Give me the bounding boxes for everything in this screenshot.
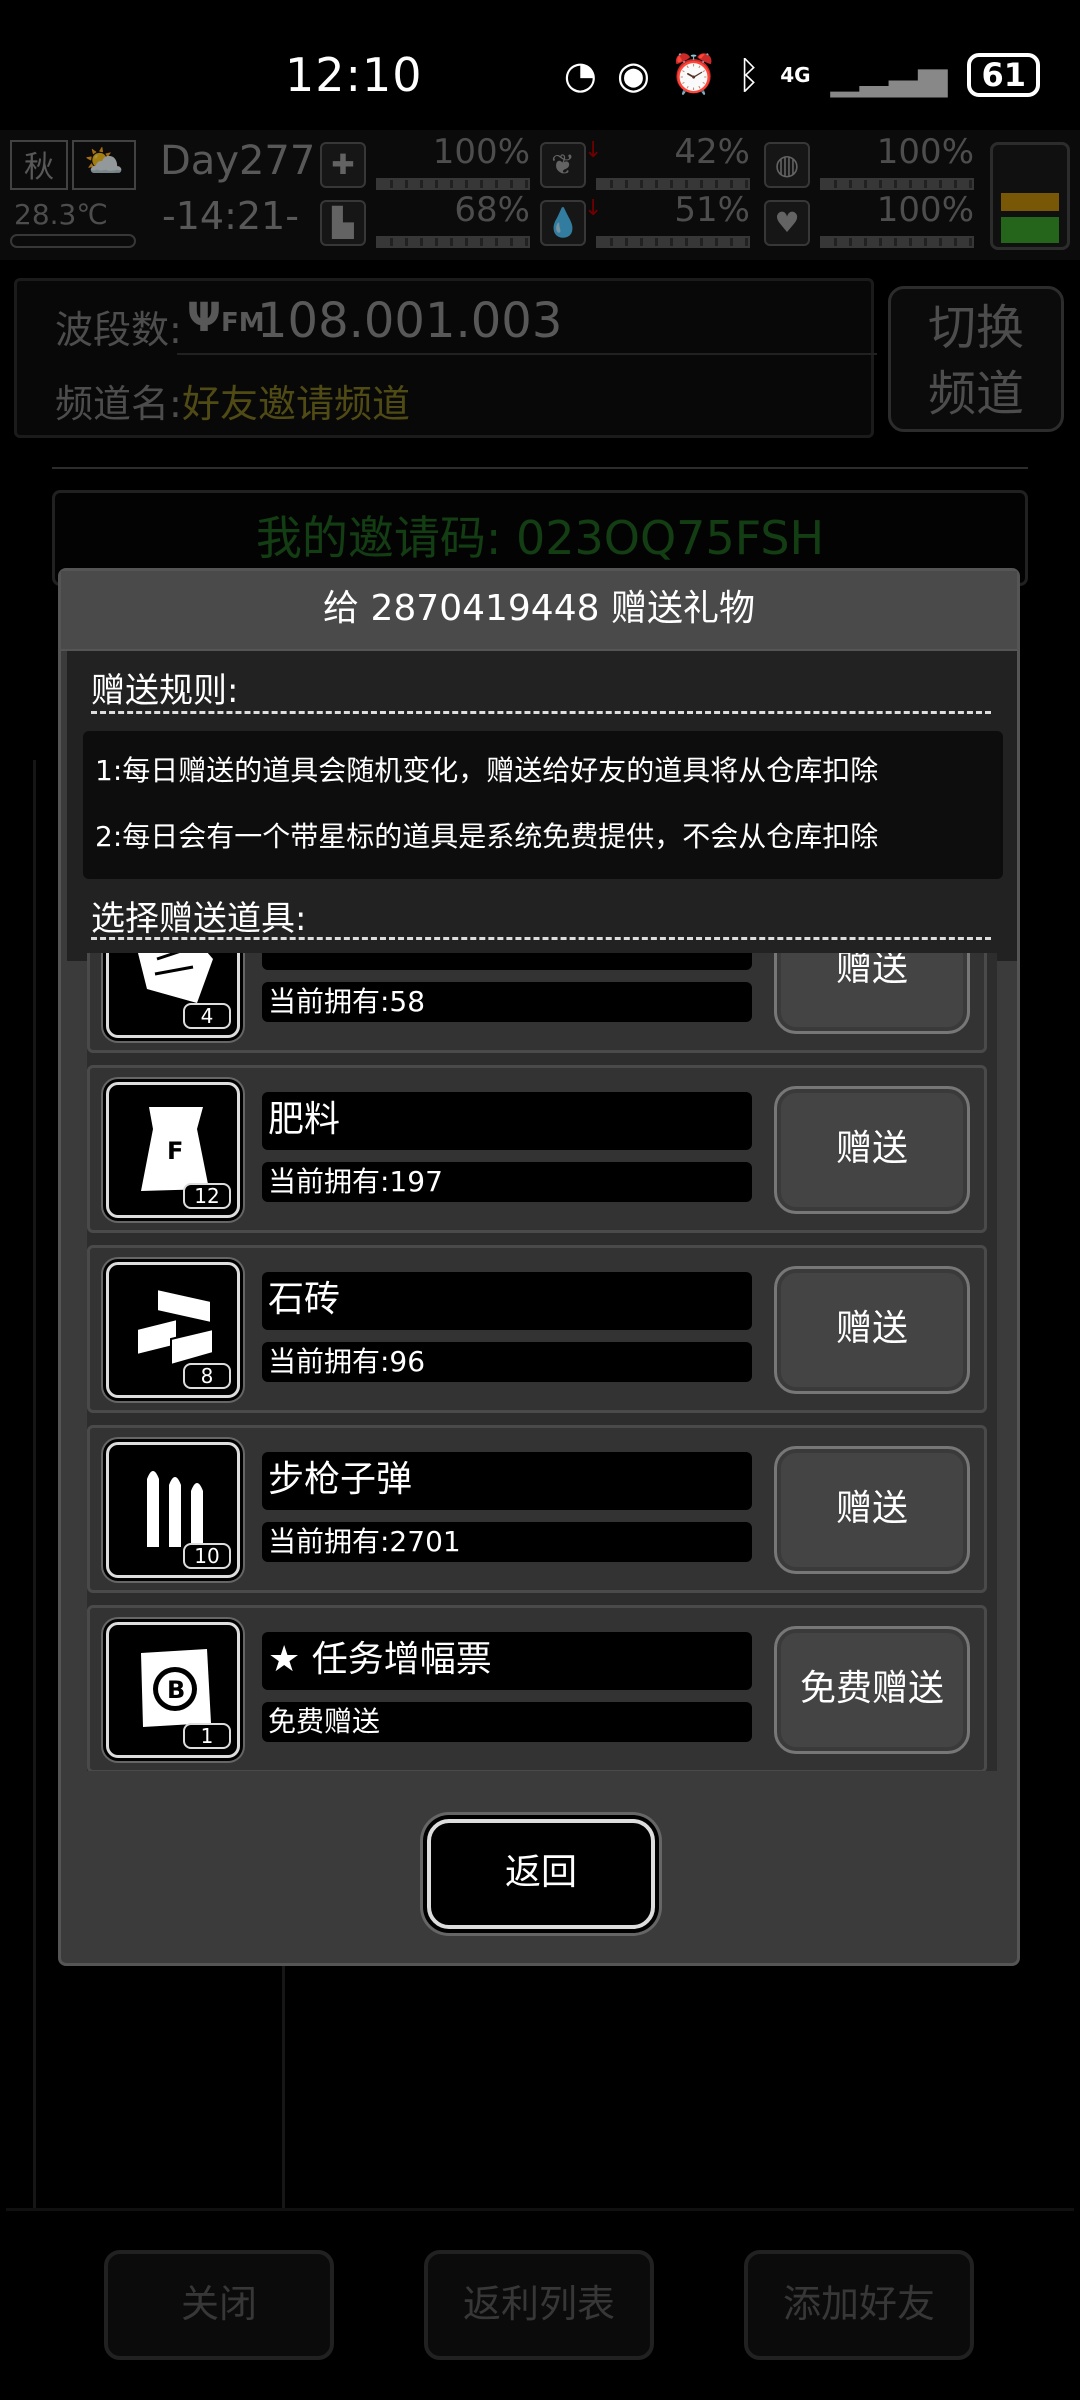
- dashed-divider: [91, 711, 991, 714]
- item-name: 肥料: [262, 1092, 752, 1150]
- status-time: 12:10: [285, 48, 423, 102]
- list-item: B 1 ★ 任务增幅票 免费赠送 免费赠送: [87, 1605, 987, 1771]
- fertilizer-bag-icon: F 12: [106, 1082, 240, 1218]
- item-quantity: 12: [183, 1183, 231, 1209]
- signal-icon: ▁▂▃▅: [830, 52, 948, 97]
- bluetooth-icon: ᛒ: [737, 52, 761, 97]
- gift-button[interactable]: 赠送: [774, 953, 970, 1034]
- network-label: 4G: [780, 62, 811, 87]
- item-quantity: 8: [183, 1363, 231, 1389]
- item-quantity: 10: [183, 1543, 231, 1569]
- item-quantity: 1: [183, 1723, 231, 1749]
- item-owned: 免费赠送: [262, 1702, 752, 1742]
- speed-icon: ◔: [563, 52, 597, 97]
- item-owned: 当前拥有:96: [262, 1342, 752, 1382]
- rules-box: 1:每日赠送的道具会随机变化，赠送给好友的道具将从仓库扣除 2:每日会有一个带星…: [83, 731, 1003, 879]
- svg-text:B: B: [167, 1676, 185, 1704]
- rule-1: 1:每日赠送的道具会随机变化，赠送给好友的道具将从仓库扣除: [95, 754, 879, 787]
- item-name: 石砖: [262, 1272, 752, 1330]
- gift-button[interactable]: 赠送: [774, 1266, 970, 1394]
- gift-dialog: 给 2870419448 赠送礼物 赠送规则: 1:每日赠送的道具会随机变化，赠…: [58, 568, 1020, 1966]
- item-quantity: 4: [183, 1003, 231, 1029]
- battery-icon: 61: [967, 52, 1040, 97]
- list-item: 8 石砖 当前拥有:96 赠送: [87, 1245, 987, 1413]
- item-name: ★ 任务增幅票: [262, 1632, 752, 1690]
- list-item: F 12 肥料 当前拥有:197 赠送: [87, 1065, 987, 1233]
- item-owned: 当前拥有:197: [262, 1162, 752, 1202]
- dashed-divider: [91, 937, 991, 940]
- dialog-title: 给 2870419448 赠送礼物: [61, 571, 1017, 651]
- eye-icon: ◉: [616, 52, 651, 97]
- select-header: 选择赠送道具:: [91, 899, 307, 939]
- rule-2: 2:每日会有一个带星标的道具是系统免费提供，不会从仓库扣除: [95, 820, 879, 853]
- item-name: [262, 953, 752, 970]
- alarm-icon: ⏰: [670, 52, 718, 96]
- rules-header: 赠送规则:: [91, 671, 239, 711]
- cloth-icon: 4: [106, 953, 240, 1038]
- item-owned: 当前拥有:58: [262, 982, 752, 1022]
- rifle-bullets-icon: 10: [106, 1442, 240, 1578]
- item-owned: 当前拥有:2701: [262, 1522, 752, 1562]
- rules-section: 赠送规则: 1:每日赠送的道具会随机变化，赠送给好友的道具将从仓库扣除 2:每日…: [67, 651, 1017, 961]
- gift-button[interactable]: 赠送: [774, 1446, 970, 1574]
- gift-item-list[interactable]: 4 当前拥有:58 赠送 F 12 肥料 当前拥有:197 赠送 8 石砖 当前…: [87, 953, 997, 1771]
- bricks-icon: 8: [106, 1262, 240, 1398]
- item-name: 步枪子弹: [262, 1452, 752, 1510]
- back-button[interactable]: 返回: [427, 1819, 655, 1929]
- ticket-icon: B 1: [106, 1622, 240, 1758]
- status-icons: ◔ ◉ ⏰ ᛒ 4G ▁▂▃▅ 61: [564, 52, 1040, 97]
- list-item: 10 步枪子弹 当前拥有:2701 赠送: [87, 1425, 987, 1593]
- svg-text:F: F: [167, 1137, 183, 1165]
- free-gift-button[interactable]: 免费赠送: [774, 1626, 970, 1754]
- gift-button[interactable]: 赠送: [774, 1086, 970, 1214]
- status-bar: 12:10 ◔ ◉ ⏰ ᛒ 4G ▁▂▃▅ 61: [0, 0, 1080, 130]
- list-item: 4 当前拥有:58 赠送: [87, 953, 987, 1053]
